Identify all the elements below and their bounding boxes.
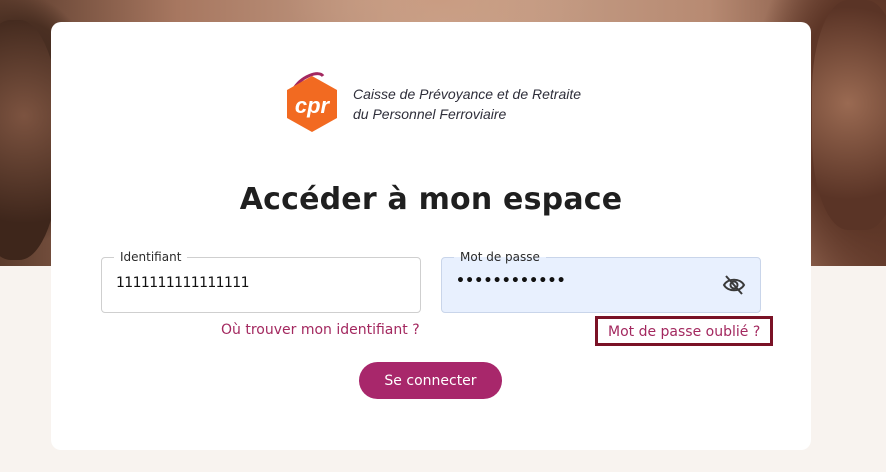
cpr-logo-badge-text: cpr bbox=[295, 93, 331, 118]
password-input[interactable]: •••••••••••• bbox=[456, 273, 566, 289]
login-card: cpr Caisse de Prévoyance et de Retraite … bbox=[51, 22, 811, 450]
cpr-logo-text: Caisse de Prévoyance et de Retraite du P… bbox=[353, 84, 581, 124]
cpr-logo[interactable]: cpr Caisse de Prévoyance et de Retraite … bbox=[279, 70, 599, 136]
identifiant-input[interactable]: 1111111111111111 bbox=[116, 275, 250, 291]
identifiant-field[interactable]: Identifiant 1111111111111111 bbox=[101, 249, 421, 313]
find-identifiant-link[interactable]: Où trouver mon identifiant ? bbox=[221, 322, 420, 338]
logo-line-1: Caisse de Prévoyance et de Retraite bbox=[353, 86, 582, 102]
login-button[interactable]: Se connecter bbox=[359, 362, 502, 399]
password-field[interactable]: Mot de passe •••••••••••• bbox=[441, 249, 761, 313]
hero-person-right bbox=[812, 0, 886, 230]
page-title: Accéder à mon espace bbox=[239, 182, 623, 217]
password-label: Mot de passe bbox=[454, 249, 546, 265]
identifiant-label: Identifiant bbox=[114, 249, 188, 265]
eye-slash-icon[interactable] bbox=[722, 274, 746, 296]
forgot-password-link[interactable]: Mot de passe oublié ? bbox=[595, 316, 773, 346]
cpr-logo-icon: cpr bbox=[287, 72, 337, 132]
logo-line-2: du Personnel Ferroviaire bbox=[353, 106, 507, 122]
